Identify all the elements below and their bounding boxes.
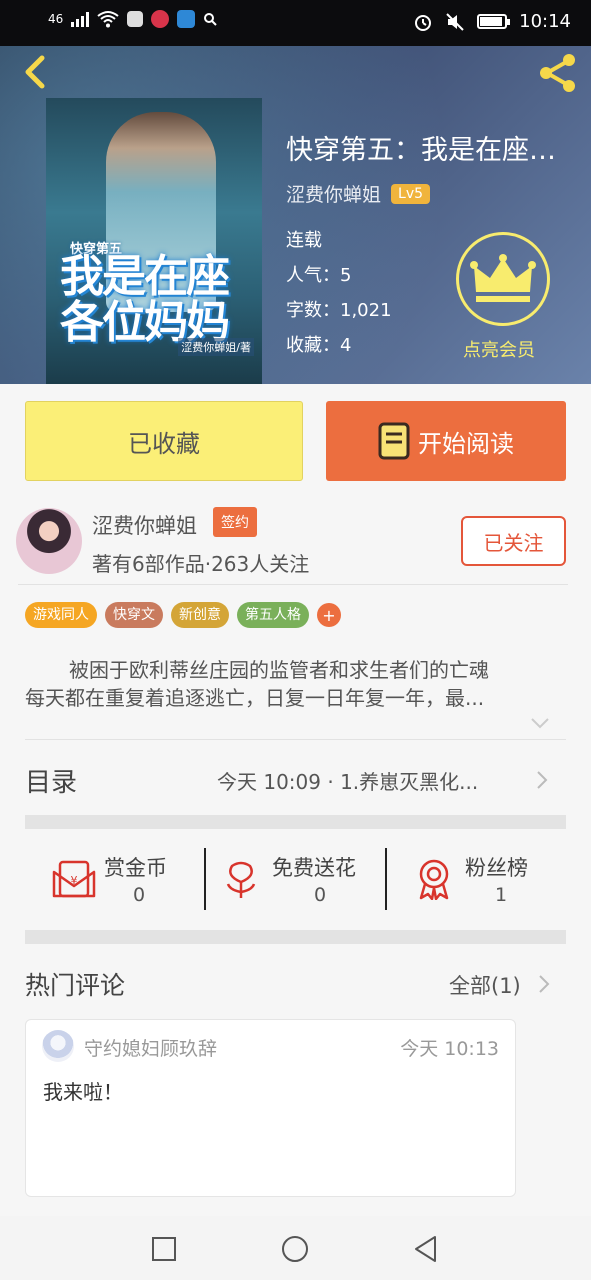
divider	[18, 584, 568, 585]
chevron-left-icon	[25, 55, 45, 89]
status-right: 10:14	[413, 11, 571, 32]
comment-card[interactable]: 守约媳妇顾玖辞 今天 10:13 我来啦！	[25, 1019, 516, 1197]
chevron-right-icon[interactable]	[538, 974, 550, 994]
app-icon	[151, 10, 170, 28]
follow-button[interactable]: 已关注	[461, 516, 566, 566]
popularity: 人气：5	[286, 265, 352, 286]
red-envelope-icon: ¥	[52, 860, 96, 898]
reward-count: 0	[314, 884, 327, 906]
synopsis[interactable]: 被困于欧利蒂丝庄园的监管者和求生者们的亡魂 每天都在重复着追逐逃亡，日复一日年复…	[25, 656, 560, 712]
separator	[204, 848, 206, 910]
signal-icon	[71, 11, 90, 27]
hot-comments-title: 热门评论	[25, 971, 126, 1000]
section-divider	[25, 930, 566, 944]
app-icon	[177, 10, 196, 28]
book-author-line: 涩费你蝉姐 Lv5	[286, 180, 431, 207]
reward-label: 赏金币	[104, 856, 167, 880]
author-stats: 著有6部作品·263人关注	[92, 552, 310, 576]
back-nav-button[interactable]	[411, 1234, 441, 1264]
tag-list: 游戏同人 快穿文 新创意 第五人格 +	[25, 602, 341, 628]
back-button[interactable]	[16, 52, 56, 92]
battery-icon	[477, 14, 511, 29]
toc-title: 目录	[25, 768, 78, 798]
cover-title: 我是在座各位妈妈	[60, 251, 230, 348]
author-name[interactable]: 涩费你蝉姐	[92, 510, 197, 540]
reward-coins-button[interactable]: ¥ 赏金币 0	[50, 848, 200, 910]
serial-status: 连载	[286, 230, 322, 251]
all-comments-label: 全部(1)	[449, 974, 521, 998]
home-button[interactable]	[280, 1234, 310, 1264]
word-count: 字数：1,021	[286, 300, 392, 321]
divider	[25, 739, 566, 740]
all-comments-link[interactable]: 全部(1)	[449, 970, 521, 1000]
book-title: 快穿第五：我是在座各位妈妈	[286, 135, 576, 166]
table-of-contents-row[interactable]: 目录 今天 10:09 · 1.养崽灭黑化...	[25, 750, 566, 810]
collected-button[interactable]: 已收藏	[25, 401, 303, 481]
flower-icon	[226, 861, 256, 898]
system-nav-bar	[0, 1216, 591, 1280]
alarm-icon	[415, 14, 432, 31]
book-icon	[378, 422, 410, 460]
book-header: 快穿第五 我是在座各位妈妈 涩费你蝉姐/著 快穿第五：我是在座各位妈妈 涩费你蝉…	[0, 46, 591, 384]
chevron-down-icon[interactable]	[530, 716, 550, 730]
separator	[385, 848, 387, 910]
cover-author: 涩费你蝉姐/著	[178, 338, 254, 356]
favorites-count: 收藏：4	[286, 335, 352, 356]
clock: 10:14	[519, 11, 571, 32]
section-divider	[25, 815, 566, 829]
book-cover[interactable]: 快穿第五 我是在座各位妈妈 涩费你蝉姐/著	[46, 98, 262, 384]
latest-chapter: 今天 10:09 · 1.养崽灭黑化...	[217, 770, 479, 794]
fan-ranking-button[interactable]: 粉丝榜 1	[415, 848, 565, 910]
svg-text:¥: ¥	[71, 874, 78, 887]
share-icon	[540, 54, 575, 92]
author-avatar[interactable]	[16, 508, 82, 574]
app-icon	[127, 11, 144, 27]
send-flowers-button[interactable]: 免费送花 0	[222, 848, 382, 910]
vip-button[interactable]	[456, 232, 550, 326]
book-author[interactable]: 涩费你蝉姐	[286, 180, 381, 207]
reward-count: 0	[133, 884, 146, 906]
signed-badge: 签约	[213, 507, 257, 537]
search-icon	[204, 13, 217, 26]
reward-label: 免费送花	[272, 856, 356, 880]
vip-label[interactable]: 点亮会员	[463, 336, 535, 362]
reward-label: 粉丝榜	[465, 856, 528, 880]
start-reading-label: 开始阅读	[418, 429, 514, 458]
recent-apps-button[interactable]	[149, 1234, 179, 1264]
synopsis-line: 每天都在重复着追逐逃亡，日复一日年复一年，最...	[25, 686, 485, 710]
tag-item[interactable]: 新创意	[171, 602, 229, 628]
status-bar: 46 10:14	[0, 0, 591, 46]
status-left: 46	[48, 10, 217, 28]
share-button[interactable]	[535, 50, 581, 96]
wifi-icon	[97, 11, 119, 28]
medal-icon	[419, 859, 449, 900]
chevron-right-icon	[537, 771, 548, 789]
commenter-name[interactable]: 守约媳妇顾玖辞	[84, 1034, 217, 1061]
tag-item[interactable]: 快穿文	[105, 602, 163, 628]
synopsis-line: 被困于欧利蒂丝庄园的监管者和求生者们的亡魂	[69, 658, 489, 682]
tag-item[interactable]: 第五人格	[237, 602, 309, 628]
crown-icon	[470, 254, 536, 302]
comment-time: 今天 10:13	[400, 1038, 499, 1060]
add-tag-button[interactable]: +	[317, 603, 341, 627]
comment-text: 我来啦！	[43, 1080, 123, 1104]
network-type: 46	[48, 12, 64, 26]
tag-item[interactable]: 游戏同人	[25, 602, 97, 628]
mute-icon	[446, 12, 464, 31]
reward-count: 1	[495, 884, 508, 906]
level-badge: Lv5	[391, 183, 431, 204]
start-reading-button[interactable]: 开始阅读	[326, 401, 566, 481]
commenter-avatar[interactable]	[42, 1030, 74, 1062]
